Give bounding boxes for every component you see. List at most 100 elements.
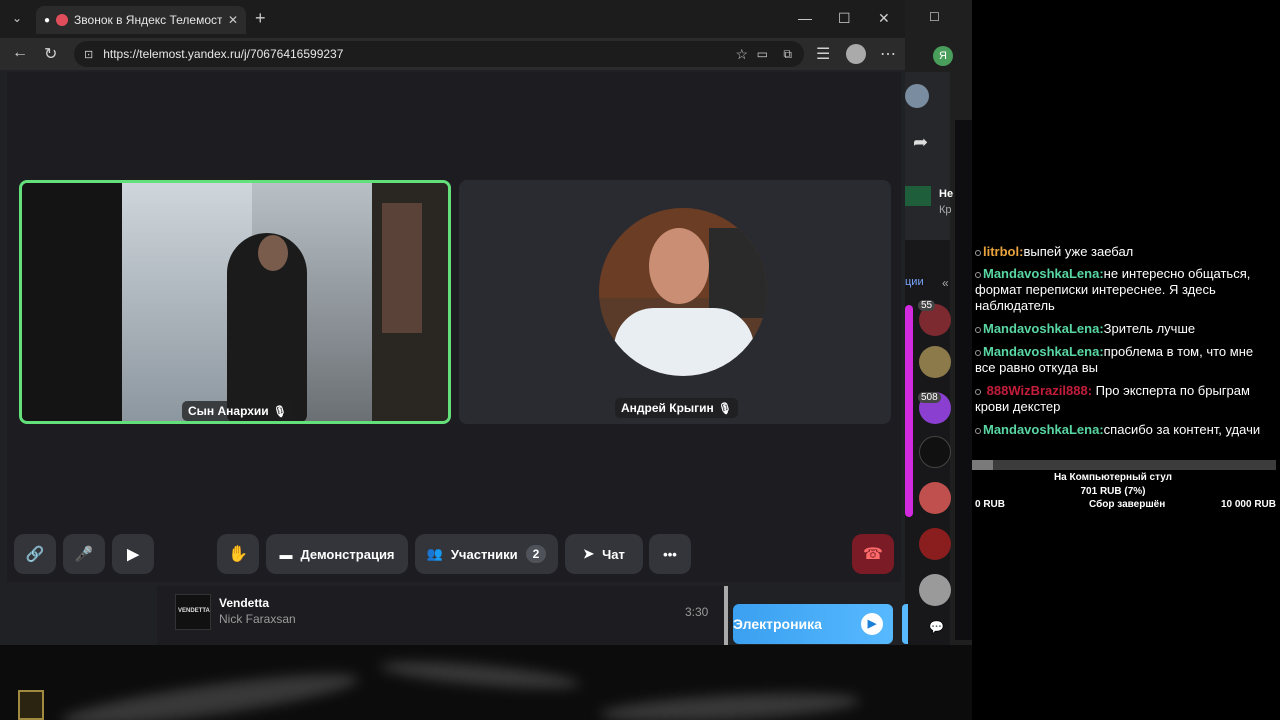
monitor-icon: ▬ (279, 546, 293, 562)
chat-label: Чат (602, 546, 625, 562)
video-tile-active[interactable]: Сын Анархии 🎙 (19, 180, 451, 424)
url-text: https://telemost.yandex.ru/j/70676416599… (103, 47, 344, 61)
background-panel: Я ➦ Не Кр (905, 46, 954, 240)
track-artist[interactable]: Nick Faraxsan (219, 612, 296, 626)
minimize-icon[interactable]: — (798, 10, 812, 26)
participant-video-circle (599, 208, 767, 376)
link-fragment[interactable]: ции (905, 276, 924, 288)
profile-icon[interactable] (846, 44, 866, 64)
track-title[interactable]: Vendetta (219, 596, 269, 610)
microphone-button[interactable]: 🎤 (63, 534, 105, 574)
address-bar-row: ← ↻ ⊡ https://telemost.yandex.ru/j/70676… (0, 38, 905, 70)
tab-telemost[interactable]: ● Звонок в Яндекс Телемосте ✕ (36, 6, 246, 34)
scrollbar[interactable] (724, 586, 728, 645)
maximize-icon[interactable]: ☐ (929, 10, 940, 24)
meeting-area: Сын Анархии 🎙 Андрей Крыгин 🎙 🔗 🎤 ▶ ✋ ▬ … (7, 72, 901, 582)
more-button[interactable]: ••• (649, 534, 691, 574)
chat-button[interactable]: ➤ Чат (565, 534, 643, 574)
chat-message: 888WizBrazil888: Про эксперта по брыграм… (975, 383, 1250, 414)
tab-list-icon[interactable]: ⌄ (12, 11, 22, 25)
cover-text: VENDETTA (178, 608, 210, 614)
viewer-badge: 508 (918, 392, 941, 403)
chat-message: MandavoshkaLena:не интересно общаться, ф… (975, 266, 1251, 313)
stream-logo (18, 690, 44, 720)
chat-message: MandavoshkaLena:проблема в том, что мне … (975, 344, 1254, 375)
menu-dots-icon[interactable]: ⋯ (880, 44, 896, 64)
screen: ☐ Я ➦ Не Кр ции « 55 508 💬 ⌄ ● Звонок в … (0, 0, 1280, 720)
chat-message: MandavoshkaLena:спасибо за контент, удач… (975, 422, 1273, 438)
video-camera-icon: ▶ (127, 546, 139, 563)
play-icon[interactable]: ▶ (861, 613, 883, 635)
thumbnail (905, 186, 931, 206)
more-dots-icon: ••• (663, 546, 677, 562)
collapse-icon[interactable]: « (942, 276, 949, 290)
screen-share-label: Демонстрация (300, 546, 395, 562)
microphone-icon: 🎤 (74, 546, 94, 563)
participant-name-pill: Андрей Крыгин 🎙 (615, 398, 738, 418)
new-tab-icon[interactable]: + (255, 8, 266, 29)
video-tile[interactable]: Андрей Крыгин 🎙 (459, 180, 891, 424)
raise-hand-button[interactable]: ✋ (217, 534, 259, 574)
participant-name: Сын Анархии (188, 404, 269, 418)
channel-avatar[interactable] (919, 346, 951, 378)
tab-bar: ⌄ ● Звонок в Яндекс Телемосте ✕ + — ☐ ✕ (0, 0, 905, 38)
camera-button[interactable]: ▶ (112, 534, 154, 574)
participants-label: Участники (450, 546, 518, 562)
chat-bubble-icon[interactable]: 💬 (929, 620, 944, 634)
hang-up-button[interactable]: ☎ (852, 534, 894, 574)
reload-icon[interactable]: ↻ (44, 44, 57, 64)
close-tab-icon[interactable]: ✕ (228, 13, 238, 27)
telemost-favicon-icon (56, 14, 69, 26)
screen-share-button[interactable]: ▬ Демонстрация (266, 534, 408, 574)
side-strip (955, 120, 972, 640)
microphone-icon: 🎙 (272, 405, 287, 418)
genre-button-next[interactable] (902, 604, 908, 644)
genre-label: Электроника (733, 616, 822, 632)
site-info-icon[interactable]: ⊡ (84, 48, 93, 61)
channel-avatar[interactable] (919, 574, 951, 606)
album-cover[interactable]: VENDETTA (175, 594, 211, 630)
extension-icon[interactable]: ⧉ (783, 47, 792, 62)
recording-icon: ● (44, 14, 51, 26)
link-icon: 🔗 (25, 546, 45, 563)
donation-status: Сбор завершён (1089, 499, 1166, 510)
tab-title: Звонок в Яндекс Телемосте (74, 13, 222, 27)
microphone-icon: 🎙 (717, 402, 732, 415)
donation-progress-bar (972, 460, 1276, 470)
chat-message: litrbol:выпей уже заебал (975, 244, 1273, 260)
back-icon[interactable]: ← (12, 44, 28, 62)
user-avatar[interactable] (905, 84, 929, 108)
invite-link-button[interactable]: 🔗 (14, 534, 56, 574)
bookmark-star-icon[interactable]: ☆ (735, 46, 748, 63)
channel-avatar[interactable] (919, 528, 951, 560)
chat-message: MandavoshkaLena:Зритель лучше (975, 321, 1273, 337)
viewer-badge: 55 (918, 300, 936, 311)
donation-min: 0 RUB (975, 499, 1006, 510)
participants-count: 2 (525, 545, 547, 563)
participant-name: Андрей Крыгин (621, 401, 714, 415)
donation-max: 10 000 RUB (1220, 499, 1276, 510)
maximize-icon[interactable]: ☐ (838, 10, 851, 27)
address-bar[interactable]: ⊡ https://telemost.yandex.ru/j/706764165… (74, 41, 804, 67)
sub-fragment: Кр (939, 204, 952, 216)
camera-icon[interactable]: ▭ (757, 47, 768, 61)
people-icon: 👥 (426, 546, 443, 561)
stream-background (0, 645, 972, 720)
phone-icon: ☎ (863, 546, 883, 563)
stream-chat: litrbol:выпей уже заебал MandavoshkaLena… (972, 240, 1278, 470)
profile-avatar[interactable]: Я (933, 46, 953, 66)
share-icon[interactable]: ➦ (913, 132, 928, 153)
donation-raised: 701 RUB (7%) (1080, 486, 1146, 497)
favorites-icon[interactable]: ☰ (816, 44, 830, 64)
channel-avatar[interactable] (919, 482, 951, 514)
participant-name-pill: Сын Анархии 🎙 (182, 401, 293, 421)
music-player: VENDETTA Vendetta Nick Faraxsan 3:30 (157, 586, 727, 645)
channel-avatar[interactable] (919, 436, 951, 468)
live-indicator-bar (905, 305, 913, 517)
title-fragment: Не (939, 188, 954, 200)
donation-goal-title: На Компьютерный стул (1053, 472, 1173, 483)
participants-button[interactable]: 👥 Участники 2 (415, 534, 558, 574)
donation-widget: На Компьютерный стул 701 RUB (7%) 0 RUB … (972, 472, 1278, 513)
close-window-icon[interactable]: ✕ (878, 10, 890, 27)
genre-button[interactable]: Электроника ▶ (733, 604, 893, 644)
